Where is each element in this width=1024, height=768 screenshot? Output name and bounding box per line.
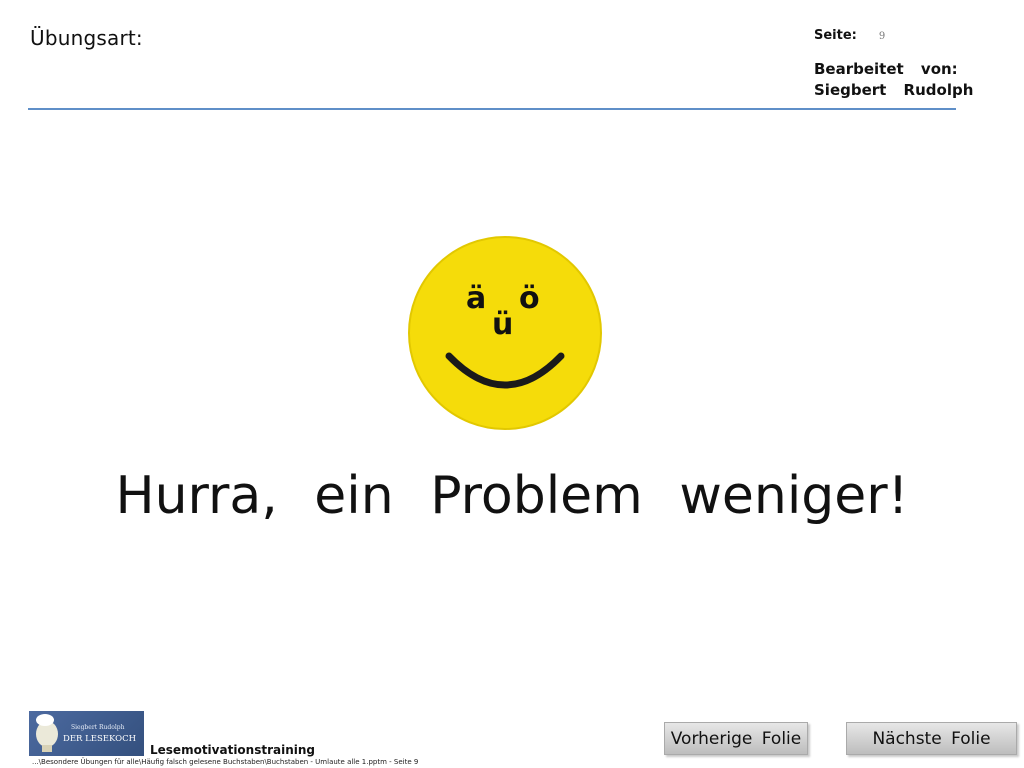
footer-title: Lesemotivationstraining	[150, 743, 316, 757]
editor-name: Siegbert Rudolph	[814, 81, 974, 99]
previous-slide-button[interactable]: Vorherige Folie	[664, 722, 808, 755]
success-message: Hurra, ein Problem weniger!	[115, 466, 909, 526]
lesekoch-logo: Siegbert Rudolph DER LESEKOCH	[29, 711, 144, 756]
lightbulb-chef-icon: Siegbert Rudolph DER LESEKOCH	[36, 714, 136, 752]
smiley-face-icon: ä ö ü	[406, 234, 604, 432]
footer-file-path: ...\Besondere Übungen für alle\Häufig fa…	[32, 758, 419, 766]
logo-text-author: Siegbert Rudolph	[71, 724, 125, 731]
exercise-type-label: Übungsart:	[30, 26, 143, 50]
page-label: Seite:	[814, 28, 857, 43]
page-number: 9	[878, 31, 886, 42]
umlaut-letter-u: ü	[492, 307, 514, 342]
logo-text-brand: DER LESEKOCH	[63, 734, 136, 744]
edited-by-label: Bearbeitet von:	[814, 60, 958, 78]
umlaut-letter-a: ä	[466, 281, 487, 316]
header-divider	[28, 108, 956, 110]
header-meta: Seite: 9 Bearbeitet von: Siegbert Rudolp…	[814, 28, 1014, 101]
next-slide-button[interactable]: Nächste Folie	[846, 722, 1017, 755]
umlaut-letter-o: ö	[519, 281, 540, 316]
page-row: Seite: 9	[814, 28, 1014, 43]
